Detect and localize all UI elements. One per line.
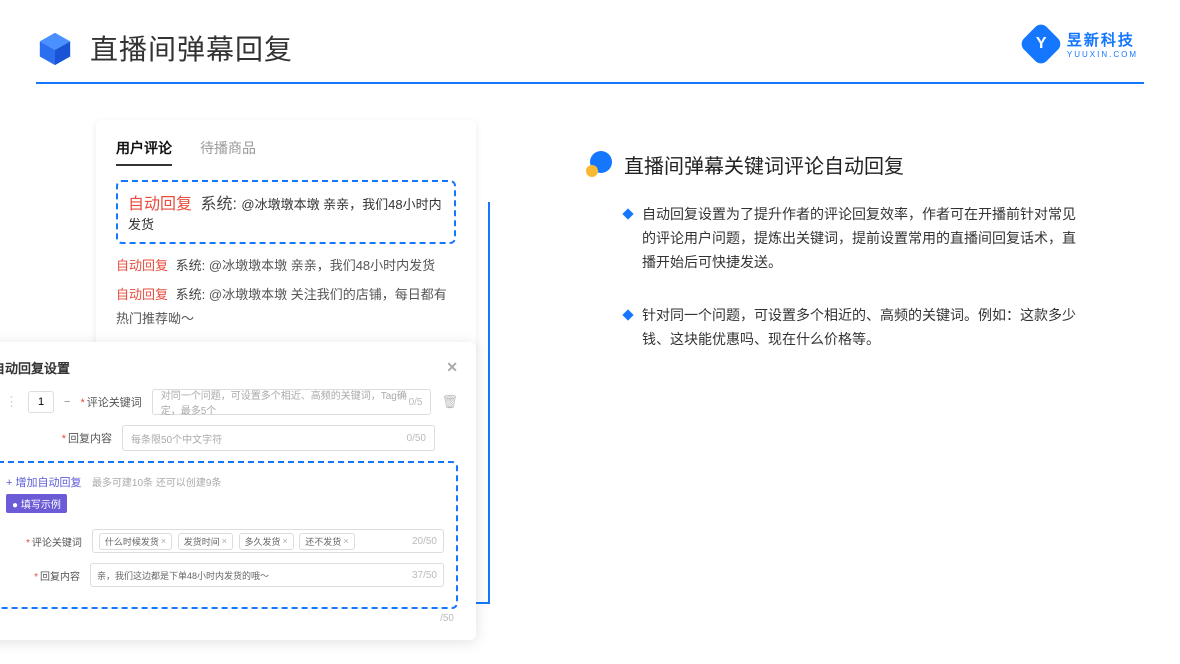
comment-row: 自动回复 系统: @冰墩墩本墩 关注我们的店铺，每日都有热门推荐呦～ bbox=[116, 283, 456, 330]
comment-row: 自动回复 系统: @冰墩墩本墩 亲亲，我们48小时内发货 bbox=[116, 254, 456, 277]
add-hint: 最多可建10条 还可以创建9条 bbox=[92, 478, 221, 489]
auto-reply-tag: 自动回复 bbox=[128, 196, 192, 213]
drag-handle-icon[interactable]: ⋮⋮ bbox=[0, 394, 18, 410]
bullet-item: 针对同一个问题，可设置多个相近的、高频的关键词。例如：这款多少钱、这块能优惠吗、… bbox=[586, 304, 1144, 352]
trash-icon[interactable]: 🗑 bbox=[441, 394, 458, 410]
diamond-icon bbox=[622, 310, 633, 321]
cube-icon bbox=[36, 29, 74, 67]
close-icon[interactable]: ✕ bbox=[446, 359, 458, 376]
row-number: 1 bbox=[28, 391, 54, 413]
logo-cn: 昱新科技 bbox=[1067, 29, 1135, 50]
system-label: 系统: bbox=[200, 196, 236, 213]
logo-en: YUUXIN.COM bbox=[1067, 50, 1138, 59]
tag-chip: 多久发货× bbox=[239, 533, 294, 550]
connector-line bbox=[474, 602, 490, 604]
comments-card: 用户评论 待播商品 自动回复 系统: @冰墩墩本墩 亲亲，我们48小时内发货 自… bbox=[96, 120, 476, 354]
section-subtitle: 直播间弹幕关键词评论自动回复 bbox=[624, 150, 904, 179]
highlighted-comment: 自动回复 系统: @冰墩墩本墩 亲亲，我们48小时内发货 bbox=[116, 180, 456, 244]
example-badge: ● 填写示例 bbox=[6, 494, 67, 513]
diamond-icon bbox=[622, 208, 633, 219]
example-keyword-input[interactable]: 什么时候发货× 发货时间× 多久发货× 还不发货× 20/50 bbox=[92, 529, 444, 553]
tab-user-comments[interactable]: 用户评论 bbox=[116, 138, 172, 166]
keyword-input[interactable]: 对同一个问题，可设置多个相近、高频的关键词，Tag确定，最多5个 0/5 bbox=[152, 389, 432, 415]
outer-count: /50 bbox=[0, 613, 458, 624]
brand-logo: Y 昱新科技 YUUXIN.COM bbox=[1025, 28, 1138, 60]
tag-chip: 还不发货× bbox=[299, 533, 354, 550]
logo-mark-icon: Y bbox=[1018, 21, 1063, 66]
page-title: 直播间弹幕回复 bbox=[90, 28, 293, 68]
example-content-input[interactable]: 亲，我们这边都是下单48小时内发货的哦～ 37/50 bbox=[90, 563, 444, 587]
tag-chip: 发货时间× bbox=[178, 533, 233, 550]
add-auto-reply-link[interactable]: + 增加自动回复 bbox=[6, 474, 81, 490]
content-input[interactable]: 每条限50个中文字符 0/50 bbox=[122, 425, 435, 451]
tag-chip: 什么时候发货× bbox=[99, 533, 172, 550]
connector-line bbox=[488, 202, 490, 604]
tab-pending-products[interactable]: 待播商品 bbox=[200, 138, 256, 166]
example-section: + 增加自动回复 最多可建10条 还可以创建9条 ● 填写示例 *评论关键词 什… bbox=[0, 461, 458, 609]
chat-bubble-icon bbox=[586, 151, 614, 179]
bullet-item: 自动回复设置为了提升作者的评论回复效率，作者可在开播前针对常见的评论用户问题，提… bbox=[586, 203, 1144, 274]
dialog-title: 自动回复设置 bbox=[0, 358, 70, 377]
remove-row-icon[interactable]: − bbox=[64, 396, 70, 408]
auto-reply-settings-dialog: 自动回复设置 ✕ ⋮⋮ 1 − *评论关键词 对同一个问题，可设置多个相近、高频… bbox=[0, 342, 476, 640]
